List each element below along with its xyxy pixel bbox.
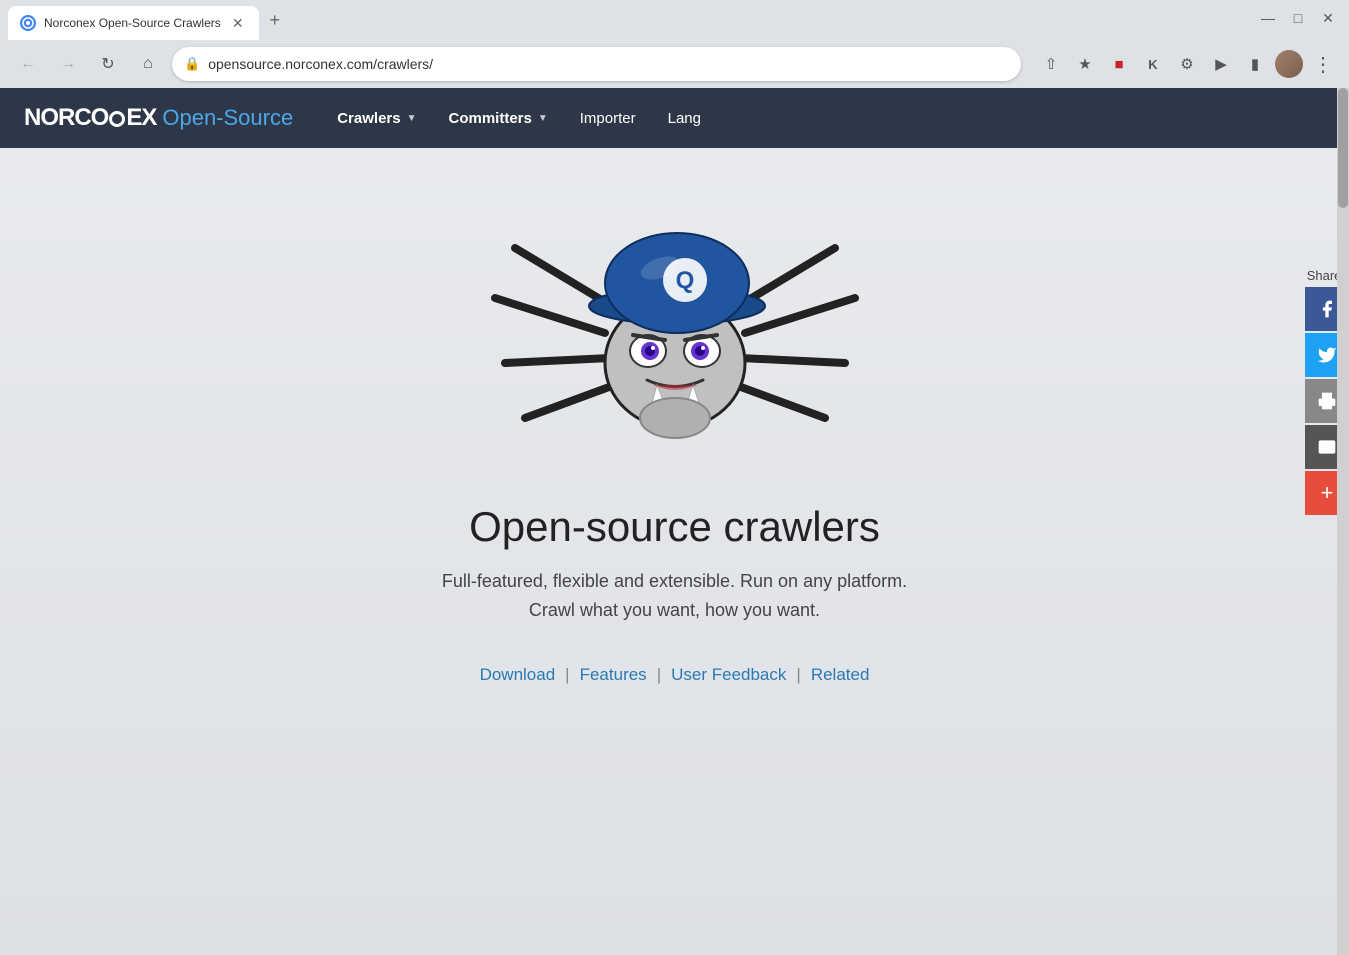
tab-title: Norconex Open-Source Crawlers <box>44 16 221 30</box>
hero-subtitle: Full-featured, flexible and extensible. … <box>442 567 907 625</box>
scrollbar-thumb[interactable] <box>1338 88 1348 208</box>
svg-text:Q: Q <box>675 267 694 294</box>
puzzle-icon[interactable]: ⚙ <box>1173 50 1201 78</box>
title-bar: Norconex Open-Source Crawlers ✕ + — □ ✕ <box>0 0 1349 40</box>
address-bar[interactable]: 🔒 opensource.norconex.com/crawlers/ <box>172 47 1021 81</box>
browser-frame: Norconex Open-Source Crawlers ✕ + — □ ✕ … <box>0 0 1349 955</box>
hero-subtitle-line1: Full-featured, flexible and extensible. … <box>442 567 907 596</box>
window-controls: — □ ✕ <box>1255 5 1341 35</box>
related-link[interactable]: Related <box>811 665 870 685</box>
crawlers-caret: ▼ <box>407 113 417 124</box>
scrollbar[interactable] <box>1337 88 1349 955</box>
brand-logo[interactable]: NORCOEX Open-Source <box>24 104 293 132</box>
page-content: NORCOEX Open-Source Crawlers ▼ Committer… <box>0 88 1349 955</box>
security-lock-icon: 🔒 <box>184 56 200 72</box>
tab-close-button[interactable]: ✕ <box>229 14 247 32</box>
features-link[interactable]: Features <box>580 665 647 685</box>
address-bar-row: ← → ↻ ⌂ 🔒 opensource.norconex.com/crawle… <box>0 40 1349 88</box>
committers-caret: ▼ <box>538 113 548 124</box>
share-icon[interactable]: ⇧ <box>1037 50 1065 78</box>
brand-name: NORCOEX <box>24 104 156 132</box>
close-button[interactable]: ✕ <box>1315 5 1341 31</box>
media-icon[interactable]: ▶ <box>1207 50 1235 78</box>
reload-button[interactable]: ↻ <box>92 48 124 80</box>
separator-2: | <box>657 665 661 685</box>
user-avatar[interactable] <box>1275 50 1303 78</box>
nav-committers[interactable]: Committers ▼ <box>433 88 564 148</box>
tab-favicon <box>20 15 36 31</box>
hero-subtitle-line2: Crawl what you want, how you want. <box>442 596 907 625</box>
download-link[interactable]: Download <box>480 665 556 685</box>
browser-tab[interactable]: Norconex Open-Source Crawlers ✕ <box>8 6 259 40</box>
hero-links: Download | Features | User Feedback | Re… <box>480 665 870 685</box>
sidebar-icon[interactable]: ▮ <box>1241 50 1269 78</box>
user-feedback-link[interactable]: User Feedback <box>671 665 786 685</box>
forward-button[interactable]: → <box>52 48 84 80</box>
site-wrapper: NORCOEX Open-Source Crawlers ▼ Committer… <box>0 88 1349 955</box>
nav-importer[interactable]: Importer <box>564 88 652 148</box>
toolbar-icons: ⇧ ★ ■ K ⚙ ▶ ▮ ⋮ <box>1037 50 1337 78</box>
nav-items: Crawlers ▼ Committers ▼ Importer Lang <box>321 88 717 148</box>
nav-lang[interactable]: Lang <box>652 88 717 148</box>
bookmark-icon[interactable]: ★ <box>1071 50 1099 78</box>
spider-illustration: Q <box>485 188 865 473</box>
url-text: opensource.norconex.com/crawlers/ <box>208 56 1009 72</box>
minimize-button[interactable]: — <box>1255 5 1281 31</box>
separator-1: | <box>565 665 569 685</box>
menu-icon[interactable]: ⋮ <box>1309 50 1337 78</box>
home-button[interactable]: ⌂ <box>132 48 164 80</box>
separator-3: | <box>796 665 800 685</box>
back-button[interactable]: ← <box>12 48 44 80</box>
nav-crawlers[interactable]: Crawlers ▼ <box>321 88 432 148</box>
brand-opensource-text: Open-Source <box>162 105 293 131</box>
new-tab-button[interactable]: + <box>261 6 289 34</box>
hero-section: Q <box>0 148 1349 955</box>
site-navigation: NORCOEX Open-Source Crawlers ▼ Committer… <box>0 88 1349 148</box>
shield-icon[interactable]: ■ <box>1105 50 1133 78</box>
hero-title: Open-source crawlers <box>469 503 880 551</box>
extension-k-icon[interactable]: K <box>1139 50 1167 78</box>
maximize-button[interactable]: □ <box>1285 5 1311 31</box>
